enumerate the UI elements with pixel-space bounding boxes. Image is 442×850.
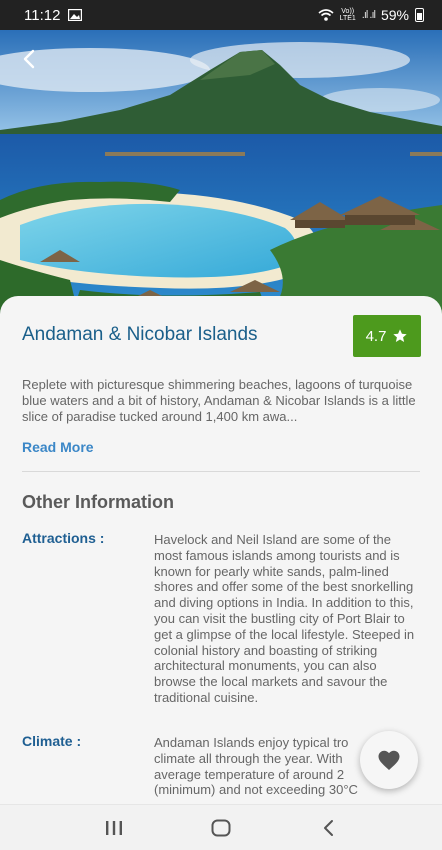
- nav-back-button[interactable]: [308, 808, 348, 848]
- climate-text: Andaman Islands enjoy typical tro climat…: [154, 735, 358, 798]
- hero-image: [0, 30, 442, 320]
- status-bar: 11:12 Vo)) LTE1 .ıl .ıl 59%: [0, 0, 442, 30]
- nav-back-icon: [324, 819, 334, 836]
- divider: [22, 471, 420, 472]
- battery-icon: [415, 8, 424, 22]
- signal-icon: .ıl .ıl: [361, 9, 376, 21]
- home-icon: [211, 819, 231, 836]
- home-button[interactable]: [201, 808, 241, 848]
- attractions-text: Havelock and Neil Island are some of the…: [154, 532, 415, 705]
- status-right: Vo)) LTE1 .ıl .ıl 59%: [318, 7, 424, 23]
- rating-value: 4.7: [365, 327, 387, 345]
- star-icon: [393, 329, 408, 342]
- recents-icon: [105, 820, 122, 835]
- recents-button[interactable]: [94, 808, 134, 848]
- back-arrow-icon: [23, 49, 35, 69]
- heart-icon: [378, 750, 400, 770]
- wifi-icon: [318, 8, 334, 21]
- battery-percent: 59%: [380, 7, 409, 23]
- read-more-link[interactable]: Read More: [22, 439, 94, 455]
- place-title: Andaman & Nicobar Islands: [22, 324, 258, 345]
- gallery-icon: [68, 9, 83, 21]
- volte-label: Vo)): [341, 8, 355, 15]
- place-description: Replete with picturesque shimmering beac…: [22, 377, 416, 424]
- attractions-label: Attractions :: [22, 530, 105, 546]
- lte-label: LTE1: [339, 15, 356, 22]
- network-label: Vo)) LTE1: [340, 8, 356, 22]
- other-information-heading: Other Information: [22, 492, 174, 512]
- details-card: Andaman & Nicobar Islands 4.7 Replete wi…: [0, 296, 442, 804]
- favorite-button[interactable]: [360, 731, 418, 789]
- navigation-bar: [0, 804, 442, 850]
- climate-label: Climate :: [22, 733, 82, 749]
- island-illustration: [0, 30, 442, 320]
- status-time: 11:12: [24, 6, 61, 24]
- rating-badge: 4.7: [353, 315, 421, 357]
- status-left: 11:12: [24, 6, 83, 24]
- back-button[interactable]: [14, 44, 44, 74]
